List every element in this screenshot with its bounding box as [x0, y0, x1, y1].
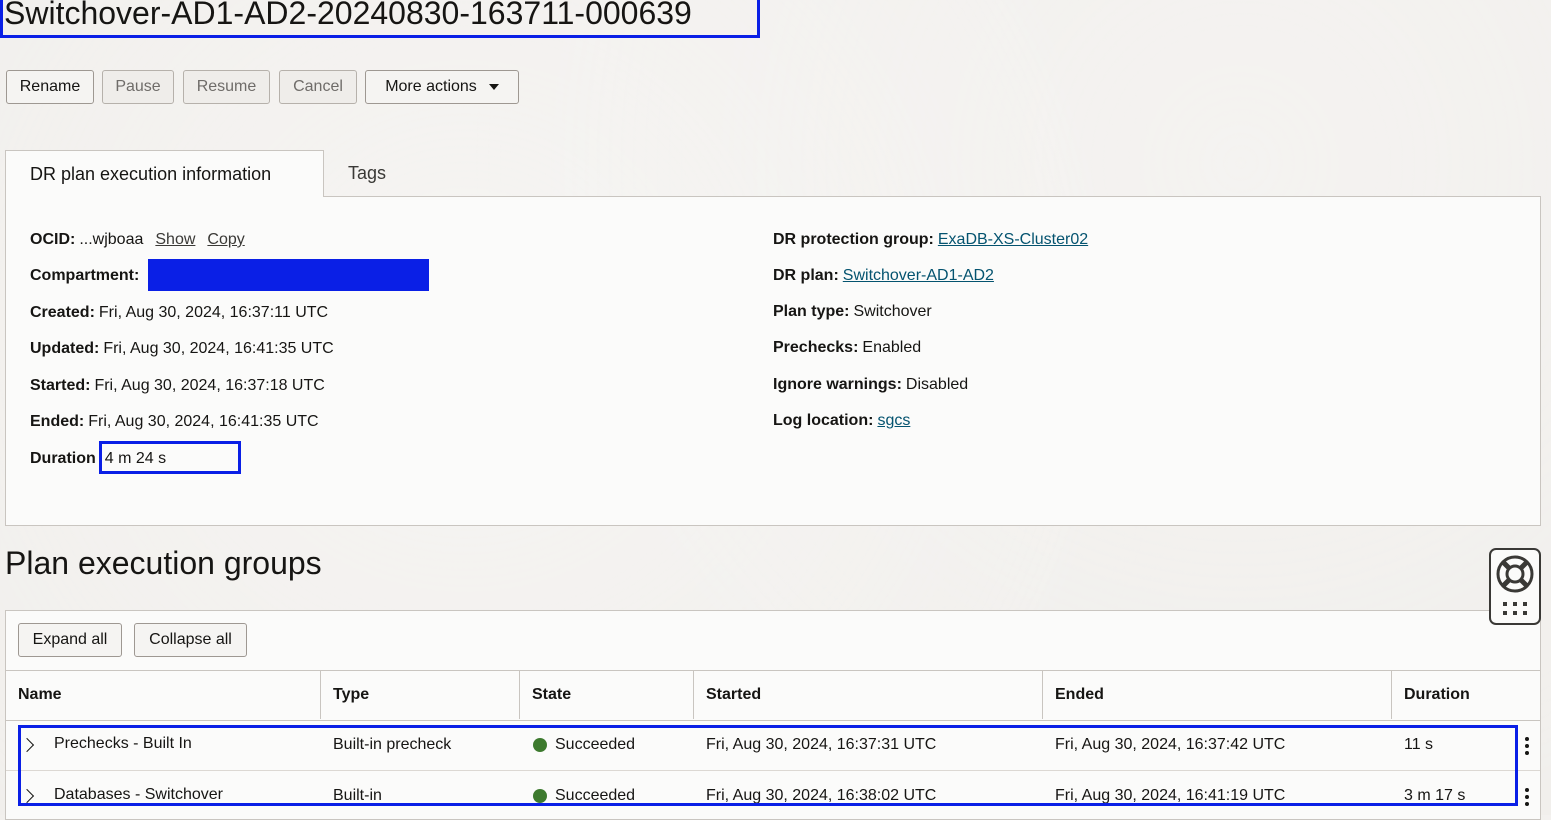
updated-value: Fri, Aug 30, 2024, 16:41:35 UTC	[103, 340, 334, 357]
ignore-warnings-value: Disabled	[905, 376, 969, 393]
caret-down-icon	[488, 84, 499, 90]
log-location-label: Log location:	[773, 412, 874, 429]
ended-value: Fri, Aug 30, 2024, 16:41:35 UTC	[88, 413, 319, 430]
dr-plan-link[interactable]: Switchover-AD1-AD2	[843, 267, 994, 285]
page-title: Switchover-AD1-AD2-20240830-163711-00063…	[4, 0, 692, 31]
ocid-value: ...wjboaa	[79, 231, 144, 248]
started-label: Started:	[30, 377, 91, 394]
section-title-plan-execution-groups: Plan execution groups	[5, 545, 322, 581]
grid-icon[interactable]	[1491, 598, 1539, 622]
compartment-row: Compartment:	[30, 265, 139, 287]
expand-all-button[interactable]: Expand all	[18, 623, 122, 657]
started-value: Fri, Aug 30, 2024, 16:37:18 UTC	[94, 377, 325, 394]
tab-label: Tags	[348, 163, 387, 183]
ocid-row: OCID: ...wjboaa Show Copy	[30, 229, 245, 251]
created-value: Fri, Aug 30, 2024, 16:37:11 UTC	[98, 304, 329, 321]
plan-type-label: Plan type:	[773, 303, 850, 320]
created-label: Created:	[30, 304, 95, 321]
more-actions-button[interactable]: More actions	[365, 70, 519, 104]
ignore-warnings-row: Ignore warnings: Disabled	[773, 374, 968, 396]
ended-label: Ended:	[30, 413, 85, 430]
tab-dr-plan-execution-information[interactable]: DR plan execution information	[5, 150, 324, 197]
kebab-menu-icon[interactable]	[1525, 788, 1529, 809]
ocid-label: OCID:	[30, 231, 76, 248]
updated-row: Updated: Fri, Aug 30, 2024, 16:41:35 UTC	[30, 338, 334, 360]
duration-highlight-box	[99, 441, 241, 474]
protection-group-row: DR protection group: ExaDB-XS-Cluster02	[773, 229, 1088, 251]
ocid-show-link[interactable]: Show	[155, 231, 195, 249]
more-actions-label: More actions	[385, 78, 477, 95]
column-header-name[interactable]: Name	[6, 670, 320, 719]
created-row: Created: Fri, Aug 30, 2024, 16:37:11 UTC	[30, 302, 328, 324]
tab-tags[interactable]: Tags	[348, 150, 386, 197]
help-widget[interactable]	[1489, 548, 1541, 625]
prechecks-row: Prechecks: Enabled	[773, 337, 921, 359]
dr-plan-label: DR plan:	[773, 267, 839, 284]
plan-type-value: Switchover	[853, 303, 932, 320]
collapse-all-button[interactable]: Collapse all	[134, 623, 247, 657]
rows-highlight-box	[18, 725, 1518, 806]
pause-button[interactable]: Pause	[102, 70, 174, 104]
ocid-copy-link[interactable]: Copy	[207, 231, 244, 249]
prechecks-value: Enabled	[862, 339, 922, 356]
log-location-row: Log location: sgcs	[773, 410, 910, 432]
kebab-menu-icon[interactable]	[1525, 737, 1529, 758]
tab-label: DR plan execution information	[30, 163, 272, 184]
column-header-started[interactable]: Started	[694, 670, 1042, 719]
column-header-ended[interactable]: Ended	[1043, 670, 1391, 719]
protection-group-link[interactable]: ExaDB-XS-Cluster02	[938, 231, 1088, 249]
started-row: Started: Fri, Aug 30, 2024, 16:37:18 UTC	[30, 375, 325, 397]
log-location-link[interactable]: sgcs	[877, 412, 910, 430]
column-header-type[interactable]: Type	[321, 670, 519, 719]
updated-label: Updated:	[30, 340, 100, 357]
dr-plan-row: DR plan: Switchover-AD1-AD2	[773, 265, 994, 287]
rename-button[interactable]: Rename	[6, 70, 94, 104]
compartment-label: Compartment:	[30, 267, 140, 284]
ended-row: Ended: Fri, Aug 30, 2024, 16:41:35 UTC	[30, 411, 319, 433]
column-header-state[interactable]: State	[520, 670, 693, 719]
ignore-warnings-label: Ignore warnings:	[773, 376, 902, 393]
protection-group-label: DR protection group:	[773, 231, 934, 248]
compartment-redaction	[148, 259, 429, 291]
column-header-duration[interactable]: Duration	[1392, 670, 1540, 719]
plan-type-row: Plan type: Switchover	[773, 301, 932, 323]
duration-label: Duration	[30, 450, 96, 467]
cancel-button[interactable]: Cancel	[279, 70, 357, 104]
prechecks-label: Prechecks:	[773, 339, 859, 356]
resume-button[interactable]: Resume	[183, 70, 270, 104]
